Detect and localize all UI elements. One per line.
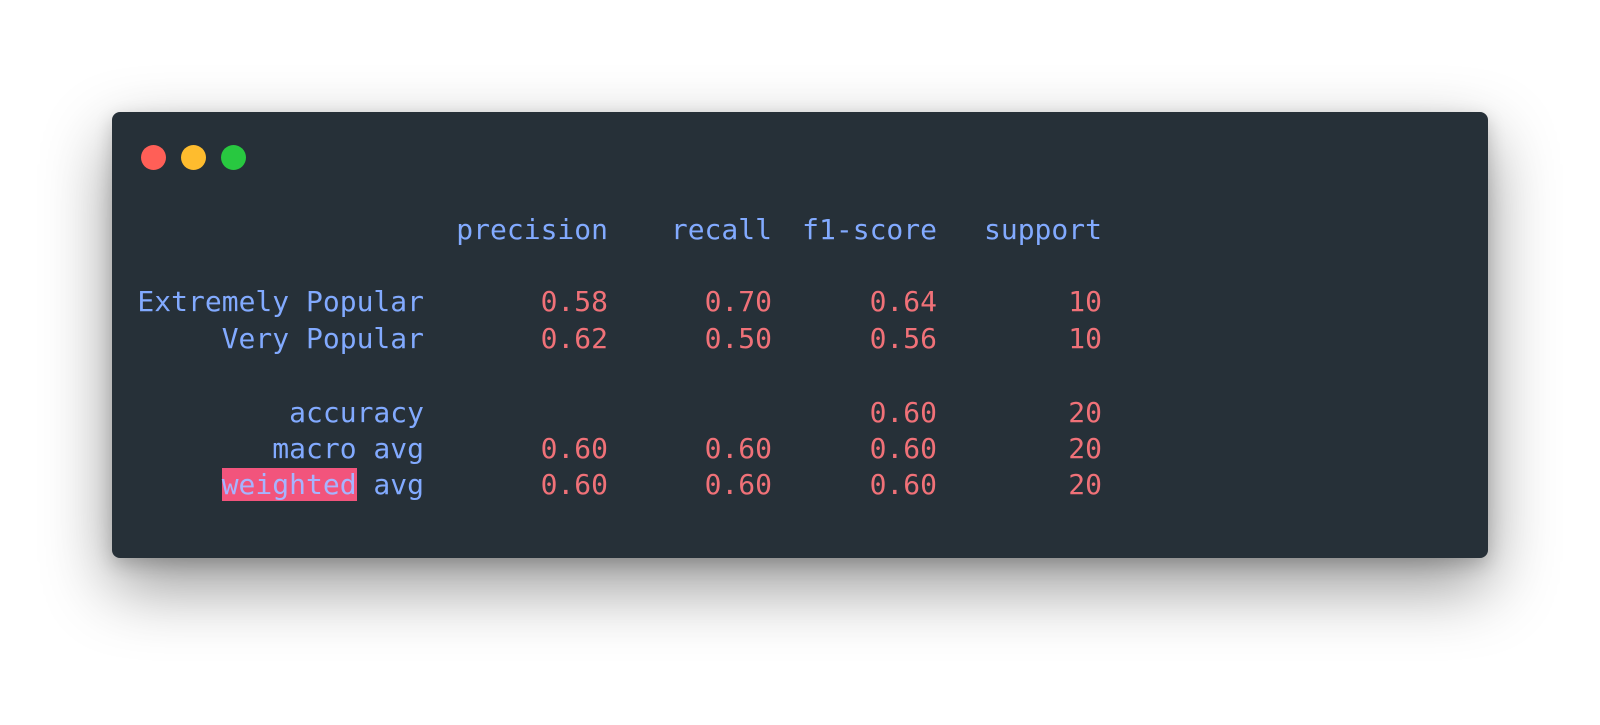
weighted-avg-label: weighted avg [132, 466, 424, 503]
terminal-window: precision recall f1-score support Extrem… [112, 112, 1488, 558]
macro-avg-f1-score: 0.60 [869, 432, 937, 465]
macro-avg-support: 20 [1068, 432, 1102, 465]
accuracy-support: 20 [1068, 396, 1102, 429]
accuracy-label: accuracy [289, 396, 424, 429]
weighted-avg-support: 20 [1068, 468, 1102, 501]
row-label: Very Popular [221, 322, 424, 355]
weighted-avg-f1-score: 0.60 [869, 468, 937, 501]
accuracy-f1-score: 0.60 [869, 396, 937, 429]
row-f1-score: 0.64 [869, 285, 937, 318]
accuracy-row: accuracy 0.60 20 [112, 394, 1102, 431]
row-support: 10 [1068, 285, 1102, 318]
weighted-avg-precision: 0.60 [540, 468, 608, 501]
weighted-avg-recall: 0.60 [704, 468, 772, 501]
macro-avg-recall: 0.60 [704, 432, 772, 465]
header-precision: precision [456, 213, 608, 246]
row-f1-score: 0.56 [869, 322, 937, 355]
table-row: Very Popular 0.62 0.50 0.56 10 [112, 320, 1102, 357]
zoom-button[interactable] [221, 145, 246, 170]
macro-avg-precision: 0.60 [540, 432, 608, 465]
selection-highlight[interactable]: weighted [221, 468, 357, 501]
header-row: precision recall f1-score support [112, 211, 1102, 248]
row-precision: 0.62 [540, 322, 608, 355]
row-support: 10 [1068, 322, 1102, 355]
minimize-button[interactable] [181, 145, 206, 170]
macro-avg-row: macro avg 0.60 0.60 0.60 20 [112, 430, 1102, 467]
close-button[interactable] [141, 145, 166, 170]
row-precision: 0.58 [540, 285, 608, 318]
macro-avg-label: macro avg [272, 432, 424, 465]
row-label: Extremely Popular [137, 285, 424, 318]
row-recall: 0.70 [704, 285, 772, 318]
header-f1-score: f1-score [802, 213, 937, 246]
row-recall: 0.50 [704, 322, 772, 355]
weighted-avg-row: weighted avg 0.60 0.60 0.60 20 [112, 466, 1102, 503]
weighted-avg-label-rest: avg [356, 468, 424, 501]
header-recall: recall [670, 213, 772, 246]
table-row: Extremely Popular 0.58 0.70 0.64 10 [112, 283, 1102, 320]
header-support: support [983, 213, 1102, 246]
